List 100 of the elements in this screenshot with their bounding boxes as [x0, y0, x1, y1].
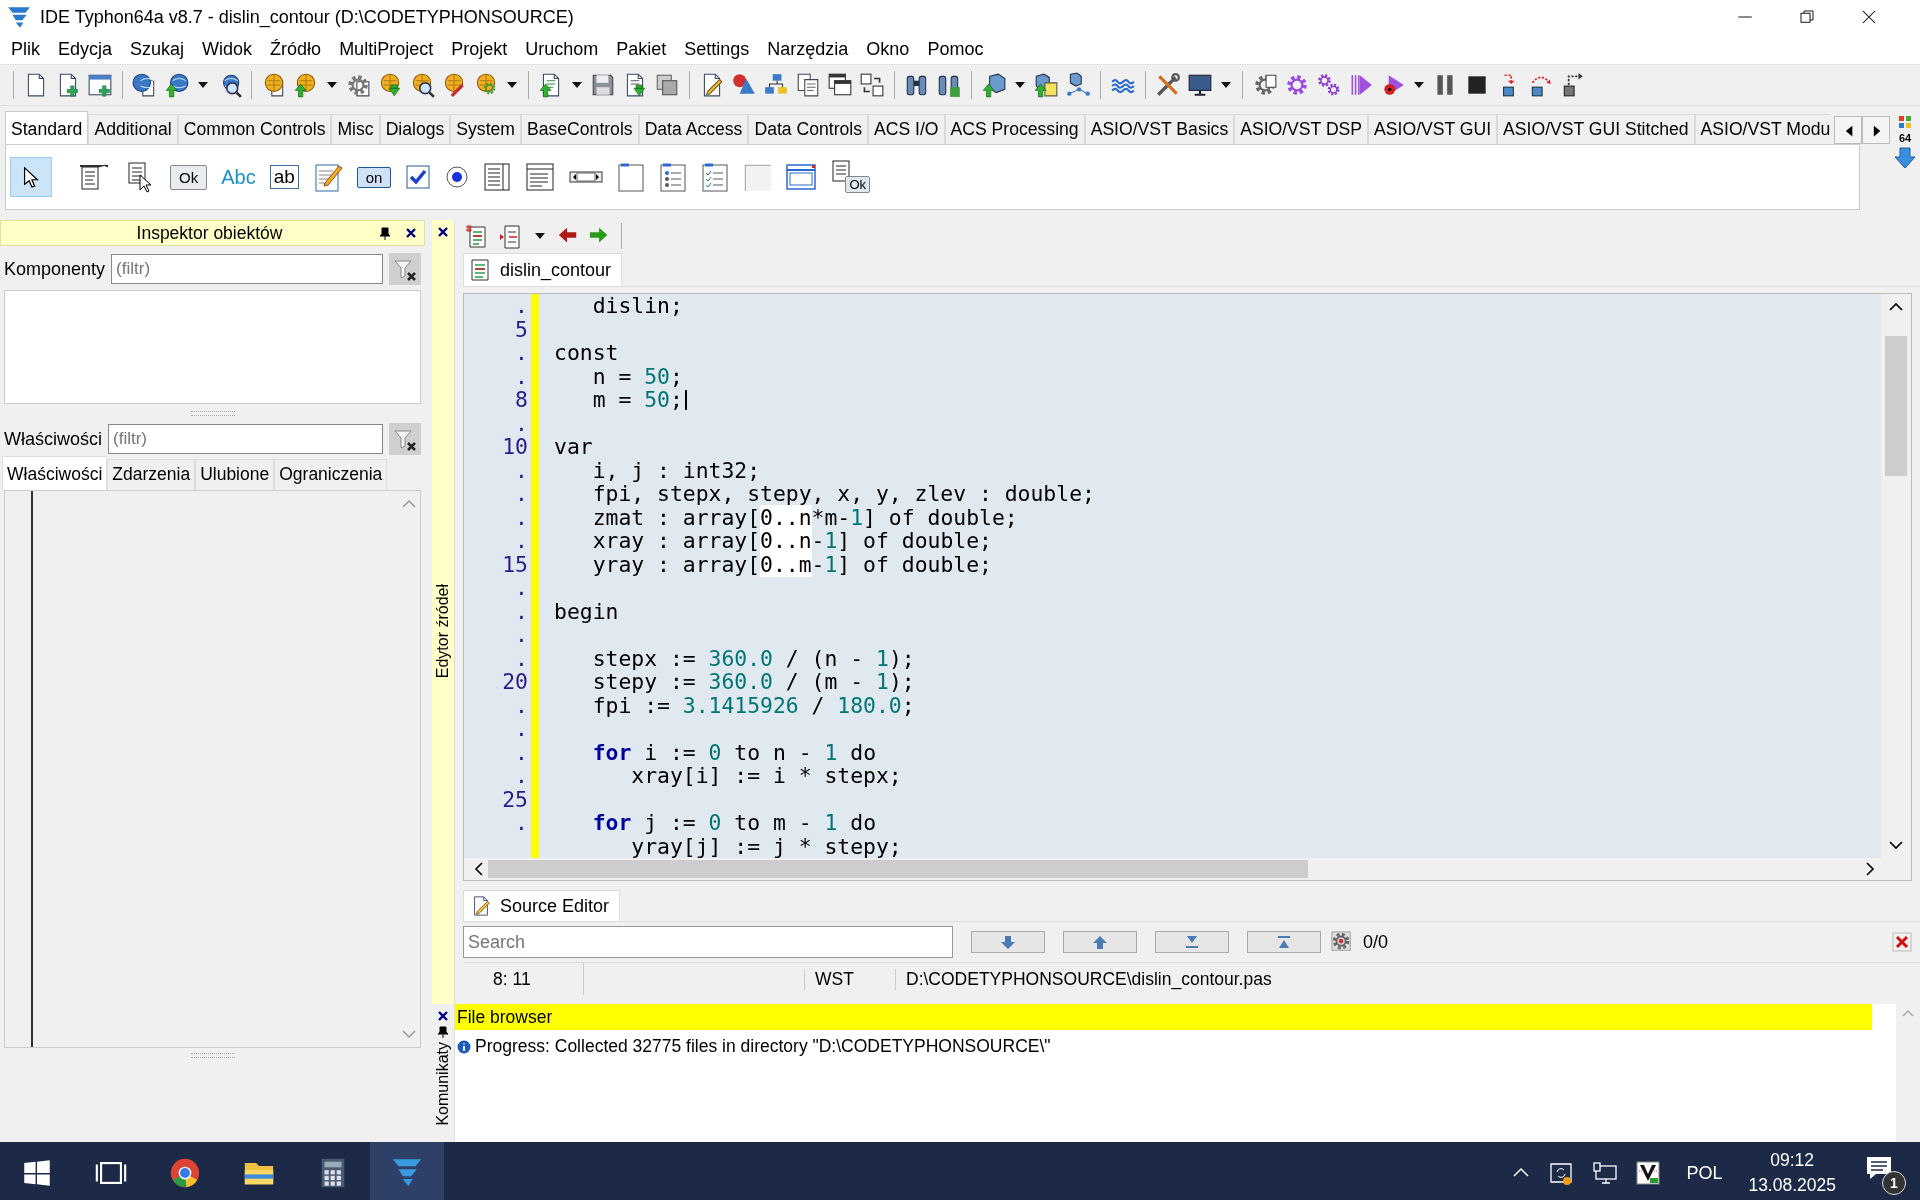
menu-item[interactable]: Widok [193, 35, 262, 63]
browser-icon[interactable] [168, 1156, 202, 1190]
menu-item[interactable]: Uruchom [516, 35, 608, 63]
page-marker-icon[interactable] [499, 223, 523, 249]
pin-icon[interactable] [437, 1026, 449, 1038]
editor-tab[interactable]: Source Editor [463, 890, 621, 921]
menu-item[interactable]: Szukaj [121, 35, 194, 63]
globe-arrow-icon[interactable] [164, 72, 190, 98]
tab[interactable]: ASIO/VST GUI [1368, 114, 1498, 144]
monitor-icon[interactable] [1187, 72, 1213, 98]
find-next-button[interactable] [971, 931, 1045, 953]
combobox-icon[interactable] [525, 162, 556, 192]
tab[interactable]: ACS I/O [868, 114, 945, 144]
tray-app-icon[interactable] [1636, 1161, 1661, 1185]
close-icon[interactable] [404, 226, 418, 240]
close-button[interactable] [1860, 8, 1878, 26]
tab[interactable]: Additional [88, 114, 178, 144]
pages-icon[interactable] [795, 72, 821, 98]
tab[interactable]: Common Controls [177, 114, 332, 144]
tools-icon[interactable] [1155, 72, 1181, 98]
groupbox-icon[interactable] [617, 162, 646, 192]
menu-item[interactable]: Edycja [49, 35, 122, 63]
checkbox-icon[interactable] [405, 164, 432, 190]
tab[interactable]: Data Access [638, 114, 749, 144]
side-panel-label[interactable]: Edytor źródeł [434, 584, 452, 679]
tab[interactable]: Misc [331, 114, 380, 144]
button-component[interactable]: Ok [170, 164, 208, 190]
listbox-icon[interactable] [483, 162, 512, 192]
scroll-left-button[interactable] [1834, 116, 1862, 144]
scroll-right-icon[interactable] [1865, 861, 1877, 877]
radiogroup-icon[interactable] [659, 162, 688, 192]
action-list-component[interactable]: Ok [831, 158, 872, 196]
clear-filter-button[interactable] [389, 423, 421, 455]
find-previous-button[interactable] [1063, 931, 1137, 953]
radio-icon[interactable] [445, 165, 470, 189]
gear-page-icon[interactable] [1252, 72, 1278, 98]
scrollbar-thumb[interactable] [1885, 336, 1907, 476]
sync-icon[interactable] [1548, 1160, 1575, 1186]
menu-item[interactable]: Settings [675, 35, 759, 63]
cube-arrow-icon[interactable] [981, 72, 1007, 98]
menu-item[interactable]: Narzędzia [758, 35, 858, 63]
file-tab[interactable]: dislin_contour [463, 253, 623, 286]
pin-icon[interactable] [378, 226, 392, 240]
options-icon[interactable] [1331, 931, 1353, 953]
menu-item[interactable]: MultiProject [330, 35, 443, 63]
scroll-up-icon[interactable] [1888, 300, 1904, 312]
gear-icon[interactable] [1284, 72, 1310, 98]
pages-icon[interactable] [654, 72, 680, 98]
filter-field[interactable]: (filtr) [108, 424, 383, 454]
tab[interactable]: ASIO/VST DSP [1234, 114, 1369, 144]
menu-item[interactable]: Pakiet [607, 35, 676, 63]
checkgroup-icon[interactable] [701, 162, 730, 192]
message-group-header[interactable]: File browser [455, 1004, 1872, 1030]
frame-icon[interactable] [785, 162, 818, 192]
memo-icon[interactable] [312, 161, 343, 193]
cube-network-icon[interactable] [1065, 72, 1091, 98]
tab[interactable]: Dialogs [379, 114, 451, 144]
search-field[interactable]: Search [463, 926, 953, 958]
clock[interactable]: 09:12 13.08.2025 [1748, 1150, 1836, 1196]
tab[interactable]: ASIO/VST Modu [1694, 114, 1830, 144]
filter-field[interactable]: (filtr) [111, 254, 383, 284]
network-icon[interactable] [1592, 1160, 1619, 1186]
numbered-page-icon[interactable] [465, 223, 489, 249]
clear-filter-button[interactable] [389, 253, 421, 285]
language-indicator[interactable]: POL [1686, 1162, 1723, 1184]
down-arrow-icon[interactable] [1893, 146, 1917, 170]
edit-component[interactable]: ab [269, 165, 299, 189]
close-icon[interactable] [437, 226, 449, 238]
find-last-button[interactable] [1155, 931, 1229, 953]
tab[interactable]: ASIO/VST Basics [1084, 114, 1235, 144]
scrollbar-icon[interactable] [569, 170, 604, 184]
menu-item[interactable]: Źródło [261, 35, 331, 63]
swap-page-icon[interactable] [859, 72, 885, 98]
menu-item[interactable]: Projekt [442, 35, 517, 63]
close-search-button[interactable] [1892, 932, 1912, 952]
menu-item[interactable]: Plik [2, 35, 49, 63]
scrollbar-thumb[interactable] [488, 860, 1308, 878]
add-window-icon[interactable] [87, 72, 113, 98]
message-text[interactable]: Progress: Collected 32775 files in directory "D:\CODETYPHONSOURCE\" [475, 1036, 1051, 1057]
find-first-button[interactable] [1247, 931, 1321, 953]
restore-button[interactable] [1798, 8, 1816, 26]
windows-icon[interactable] [827, 72, 853, 98]
gears-icon[interactable] [1316, 72, 1342, 98]
cube-page-icon[interactable] [1033, 72, 1059, 98]
close-icon[interactable] [437, 1010, 449, 1022]
menu-item[interactable]: Pomoc [918, 35, 993, 63]
scroll-right-button[interactable] [1862, 116, 1890, 144]
gear-page-icon[interactable] [345, 72, 371, 98]
tab[interactable]: ACS Processing [944, 114, 1085, 144]
tab[interactable]: BaseControls [521, 114, 639, 144]
toggle-component[interactable]: on [356, 166, 392, 188]
scroll-left-icon[interactable] [472, 861, 484, 877]
tab[interactable]: Standard [5, 111, 89, 144]
scroll-down-icon[interactable] [1888, 840, 1904, 852]
label-component[interactable]: Abc [221, 165, 256, 189]
tab[interactable]: System [450, 114, 521, 144]
tab[interactable]: Właściwości [2, 456, 108, 490]
tab[interactable]: ASIO/VST GUI Stitched [1497, 114, 1695, 144]
menu-item[interactable]: Okno [857, 35, 919, 63]
tab[interactable]: Data Controls [748, 114, 868, 144]
